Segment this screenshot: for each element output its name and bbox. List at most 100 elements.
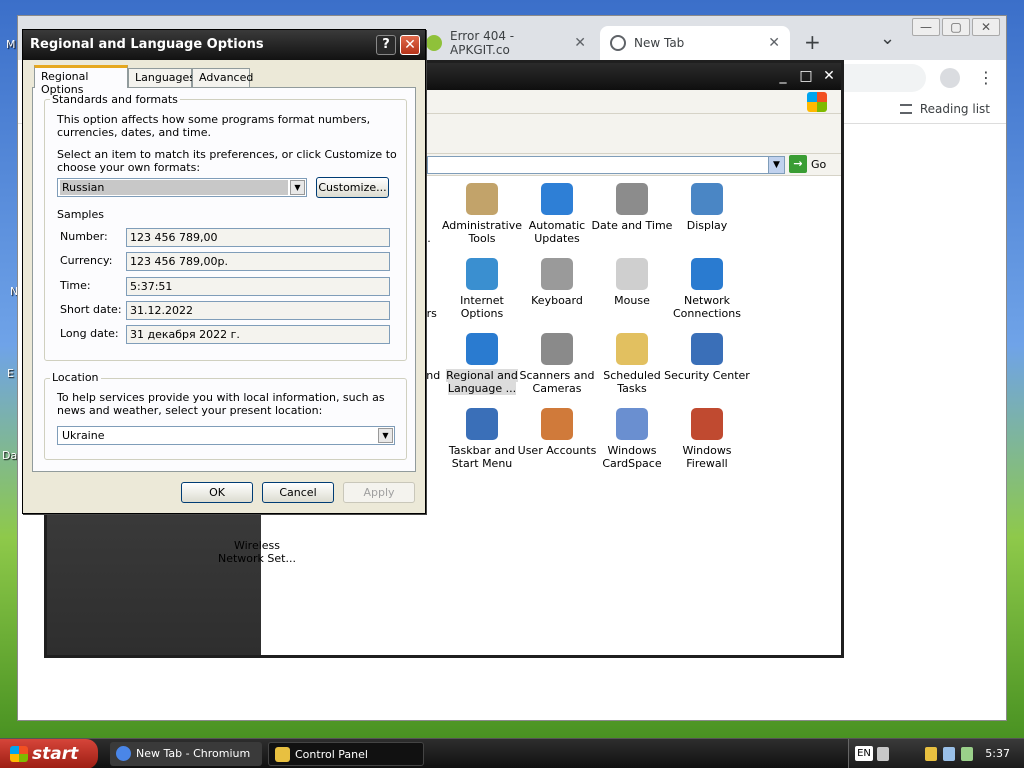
tab-label: New Tab [634, 36, 685, 50]
taskbar-item-label: Control Panel [295, 748, 368, 761]
keyboard-icon[interactable] [877, 747, 889, 761]
chevron-down-icon[interactable]: ▼ [290, 180, 305, 195]
maximize-button[interactable]: ▢ [942, 18, 970, 36]
tab-advanced[interactable]: Advanced [192, 68, 253, 87]
tab-new-tab[interactable]: New Tab ✕ [600, 26, 790, 60]
control-panel-item[interactable]: Scheduled Tasks [589, 333, 675, 395]
cancel-button[interactable]: Cancel [262, 482, 334, 503]
control-panel-item[interactable]: Scanners and Cameras [514, 333, 600, 395]
sample-label-time: Time: [60, 279, 91, 292]
applet-icon [691, 333, 723, 365]
applet-icon [616, 258, 648, 290]
taskbar-item-chromium[interactable]: New Tab - Chromium [110, 742, 262, 766]
applet-icon [691, 408, 723, 440]
applet-icon [466, 183, 498, 215]
applet-label: Taskbar and Start Menu [448, 444, 516, 470]
control-panel-item[interactable]: Display [664, 183, 750, 232]
desktop-icon-fragment[interactable]: E [7, 367, 14, 380]
control-panel-item[interactable]: Security Center [664, 333, 750, 382]
desktop-icon-fragment[interactable]: M [6, 38, 16, 51]
start-button[interactable]: start [0, 739, 98, 768]
applet-icon [541, 258, 573, 290]
go-button[interactable]: → Go [789, 155, 826, 173]
location-description: To help services provide you with local … [57, 391, 385, 417]
clock[interactable]: 5:37 [985, 747, 1010, 760]
system-tray: EN 5:37 [848, 739, 1024, 768]
dialog-title: Regional and Language Options [30, 37, 264, 52]
close-button[interactable]: ✕ [400, 35, 420, 55]
tab-search-button[interactable]: ⌄ [880, 28, 895, 49]
sample-label-long-date: Long date: [60, 327, 119, 340]
close-button[interactable]: ✕ [972, 18, 1000, 36]
address-field[interactable]: ▼ [427, 156, 785, 174]
regional-options-dialog: Regional and Language Options ? ✕ Region… [22, 29, 426, 514]
dialog-titlebar: Regional and Language Options ? ✕ [23, 30, 425, 60]
minimize-button[interactable]: — [912, 18, 940, 36]
applet-label: Scheduled Tasks [603, 369, 661, 395]
chevron-down-icon[interactable]: ▼ [378, 428, 393, 443]
sample-label-currency: Currency: [60, 254, 113, 267]
location-select[interactable]: Ukraine ▼ [57, 426, 395, 445]
control-panel-item[interactable]: Internet Options [439, 258, 525, 320]
control-panel-icon [275, 747, 290, 762]
applet-label: Administrative Tools [441, 219, 523, 245]
reading-list-button[interactable]: Reading list [899, 102, 990, 116]
applet-label: Automatic Updates [528, 219, 586, 245]
apkgit-favicon-icon [426, 35, 442, 51]
profile-icon[interactable] [940, 68, 960, 88]
chevron-down-icon[interactable]: ▼ [768, 157, 784, 173]
tab-error-404[interactable]: Error 404 - APKGIT.co ✕ [416, 26, 596, 60]
start-label: start [32, 744, 79, 764]
control-panel-item[interactable]: Administrative Tools [439, 183, 525, 245]
apply-button[interactable]: Apply [343, 482, 415, 503]
more-menu-icon[interactable]: ⋮ [978, 68, 994, 87]
tab-close-icon[interactable]: ✕ [574, 35, 586, 51]
desktop-icon-fragment[interactable]: Da [2, 449, 17, 462]
mouse-cursor-icon [985, 415, 995, 437]
applet-label: User Accounts [517, 444, 597, 457]
control-panel-item[interactable]: User Accounts [514, 408, 600, 457]
minimize-button[interactable]: _ [773, 67, 793, 85]
sample-label-short-date: Short date: [60, 303, 122, 316]
new-tab-button[interactable]: + [804, 30, 821, 54]
format-select[interactable]: Russian ▼ [57, 178, 307, 197]
applet-icon [616, 408, 648, 440]
control-panel-item[interactable]: Mouse [589, 258, 675, 307]
control-panel-item[interactable]: Automatic Updates [514, 183, 600, 245]
go-arrow-icon: → [789, 155, 807, 173]
samples-title: Samples [57, 208, 104, 221]
applet-label: Network Connections [673, 294, 741, 320]
customize-button[interactable]: Customize... [316, 177, 389, 198]
control-panel-item[interactable]: Taskbar and Start Menu [439, 408, 525, 470]
close-button[interactable]: ✕ [819, 67, 839, 85]
taskbar-item-label: New Tab - Chromium [136, 747, 251, 760]
tab-close-icon[interactable]: ✕ [768, 35, 780, 51]
control-panel-item[interactable]: Windows Firewall [664, 408, 750, 470]
language-indicator[interactable]: EN [855, 746, 873, 761]
applet-icon [541, 183, 573, 215]
standards-instruction: Select an item to match its preferences,… [57, 148, 397, 174]
control-panel-item[interactable]: Windows CardSpace [589, 408, 675, 470]
sample-value-long-date: 31 декабря 2022 г. [126, 325, 390, 344]
shield-icon[interactable] [925, 747, 937, 761]
windows-logo-icon [10, 746, 28, 762]
control-panel-item[interactable]: Network Connections [664, 258, 750, 320]
ok-button[interactable]: OK [181, 482, 253, 503]
applet-icon [691, 183, 723, 215]
tab-languages[interactable]: Languages [128, 68, 195, 87]
standards-description: This option affects how some programs fo… [57, 113, 371, 139]
applet-label: Wireless Network Set... [218, 539, 296, 565]
network-icon[interactable] [943, 747, 955, 761]
maximize-button[interactable]: □ [796, 67, 816, 85]
applet-icon [616, 183, 648, 215]
help-button[interactable]: ? [376, 35, 396, 55]
applet-label: Display [686, 219, 728, 232]
control-panel-item[interactable]: Date and Time [589, 183, 675, 232]
taskbar-item-control-panel[interactable]: Control Panel [268, 742, 424, 766]
control-panel-item[interactable]: Regional and Language ... [439, 333, 525, 395]
tab-regional-options[interactable]: Regional Options [34, 65, 128, 96]
control-panel-item[interactable]: Keyboard [514, 258, 600, 307]
volume-icon[interactable] [961, 747, 973, 761]
applet-icon [466, 333, 498, 365]
windows-logo-icon [807, 92, 827, 112]
